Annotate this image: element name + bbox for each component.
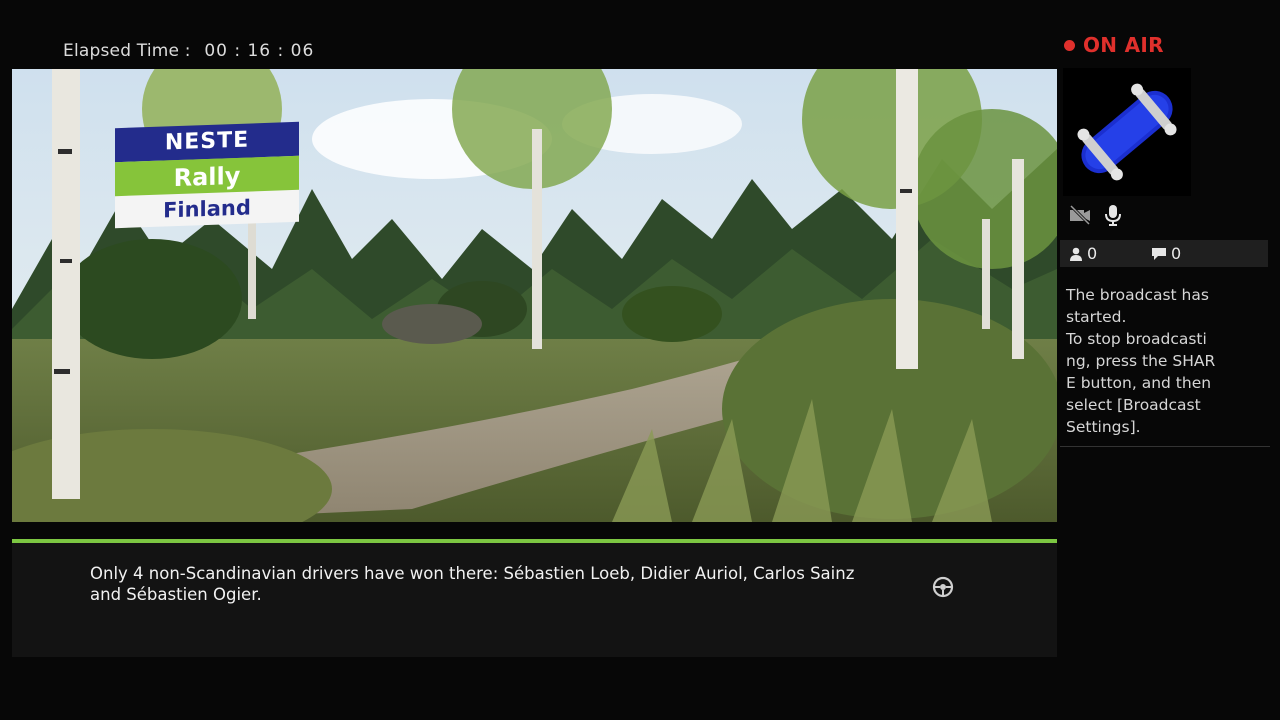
on-air-label: ON AIR [1083,33,1164,57]
game-message-panel: Only 4 non-Scandinavian drivers have won… [12,539,1057,657]
elapsed-time-value: 00 : 16 : 06 [204,41,315,61]
viewer-count-value: 0 [1087,244,1098,263]
broadcast-message-line: ng, press the SHAR [1066,352,1216,370]
broadcast-status-message: The broadcast has started. To stop broad… [1066,284,1226,438]
on-air-indicator: ON AIR [1064,33,1164,57]
camera-off-icon [1069,205,1091,225]
skateboard-avatar [1077,83,1177,181]
logo-line-finland: Finland [115,189,299,229]
live-dot-icon [1064,39,1075,51]
comment-count-value: 0 [1171,244,1182,263]
rally-finland-logo: NESTE Rally Finland [115,121,301,229]
broadcast-stats-bar: 0 0 [1060,240,1268,267]
broadcast-message-line: select [Broadcast [1066,396,1201,414]
panel-divider [1060,446,1270,447]
broadcast-message-line: The broadcast has [1066,286,1209,304]
broadcast-message-line: E button, and then [1066,374,1212,392]
steering-wheel-icon [932,576,954,598]
broadcast-message-line: started. [1066,308,1127,326]
broadcast-message-line: To stop broadcasti [1066,330,1207,348]
microphone-icon [1105,205,1121,226]
user-avatar [1063,68,1191,196]
game-message-text: Only 4 non-Scandinavian drivers have won… [90,564,855,604]
elapsed-time-label: Elapsed Time : [63,41,191,61]
message-accent-bar [12,539,1057,543]
speech-bubble-icon [1152,247,1166,260]
viewer-count: 0 [1069,244,1097,263]
comment-count: 0 [1151,244,1181,263]
broadcast-message-line: Settings]. [1066,418,1141,436]
person-icon [1070,247,1082,261]
game-viewport: NESTE Rally Finland [12,69,1057,522]
elapsed-time: Elapsed Time : 00 : 16 : 06 [63,41,314,61]
